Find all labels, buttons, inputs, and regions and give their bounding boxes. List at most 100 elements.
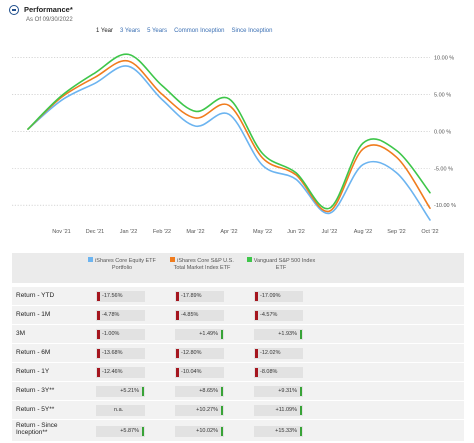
return-cell: +11.09% — [254, 405, 303, 416]
return-value: +9.31% — [278, 388, 297, 394]
row-label: Return - 1Y — [16, 368, 50, 375]
return-cell: -4.78% — [96, 310, 145, 321]
return-value: -1.00% — [102, 331, 120, 337]
legend-item: iShares Core S&P U.S. Total Market Index… — [164, 257, 240, 272]
return-value: +1.49% — [199, 331, 218, 337]
table-row: Return - YTD -17.56% -17.89% -17.09% — [12, 286, 464, 305]
x-tick-label: Oct '22 — [421, 229, 438, 235]
table-row: Return - 1M -4.78% -4.85% -4.57% — [12, 305, 464, 324]
y-tick-label: 10.00 % — [434, 55, 454, 61]
return-cell: -4.85% — [175, 310, 224, 321]
legend-swatch — [170, 257, 176, 262]
return-value: +11.09% — [275, 407, 297, 413]
return-cell: -10.04% — [175, 367, 224, 378]
return-value: -4.85% — [181, 312, 199, 318]
return-cell: -1.00% — [96, 329, 145, 340]
return-cell: +10.27% — [175, 405, 224, 416]
positive-return-bar — [299, 387, 302, 396]
y-tick-label: -10.00 % — [434, 203, 456, 209]
return-cell: n.a. — [96, 405, 145, 416]
return-value: +10.27% — [196, 407, 218, 413]
legend-label: Vanguard S&P 500 Index ETF — [253, 258, 316, 271]
return-value: -17.89% — [181, 293, 202, 299]
negative-return-bar — [255, 349, 258, 358]
table-row: Return - 3Y** +5.21% +8.65% +9.31% — [12, 381, 464, 400]
legend-swatch — [88, 257, 94, 262]
return-cell: +1.49% — [175, 329, 224, 340]
negative-return-bar — [97, 311, 100, 320]
return-cell: -12.80% — [175, 348, 224, 359]
return-value: -12.80% — [181, 350, 202, 356]
row-label: Return - 3Y** — [16, 387, 55, 394]
positive-return-bar — [220, 330, 223, 339]
section-title: Performance* — [24, 5, 73, 14]
series-line-1 — [27, 65, 431, 221]
table-row: Return - Since Inception** +5.87% +10.02% +… — [12, 419, 464, 441]
return-cell: -17.56% — [96, 291, 145, 302]
return-cell: -17.89% — [175, 291, 224, 302]
x-tick-label: May '22 — [253, 229, 272, 235]
return-cell: -17.09% — [254, 291, 303, 302]
return-value: +10.02% — [196, 428, 218, 434]
negative-return-bar — [255, 311, 258, 320]
table-legend: iShares Core Equity ETF Portfolio iShares… — [12, 253, 464, 283]
table-row: 3M -1.00% +1.49% +1.93% — [12, 324, 464, 343]
return-cell: +9.31% — [254, 386, 303, 397]
table-row: Return - 6M -13.68% -12.80% -12.02% — [12, 343, 464, 362]
period-tab-common-inception[interactable]: Common Inception — [174, 28, 224, 38]
return-value: +5.21% — [120, 388, 139, 394]
legend-item: iShares Core Equity ETF Portfolio — [84, 257, 160, 272]
return-cell: -4.57% — [254, 310, 303, 321]
return-cell: -13.68% — [96, 348, 145, 359]
return-cell: +10.02% — [175, 426, 224, 437]
performance-chart: 10.00 % 5.00 % 0.00 % -5.00 % -10.00 % Nov '2… — [0, 40, 474, 240]
collapse-icon[interactable] — [9, 5, 19, 15]
period-tab-5-years[interactable]: 5 Years — [147, 28, 167, 38]
return-value: -4.78% — [102, 312, 120, 318]
return-value: -17.56% — [102, 293, 123, 299]
return-cell: +5.87% — [96, 426, 145, 437]
series-line-2 — [27, 59, 431, 212]
return-value: +8.65% — [199, 388, 218, 394]
row-label: Return - Since Inception** — [16, 422, 58, 436]
return-value: -12.02% — [260, 350, 281, 356]
x-tick-label: Mar '22 — [186, 229, 204, 235]
legend-swatch — [246, 257, 252, 262]
negative-return-bar — [176, 292, 179, 301]
negative-return-bar — [97, 292, 100, 301]
negative-return-bar — [255, 292, 258, 301]
x-tick-label: Feb '22 — [153, 229, 171, 235]
period-tab-since-inception[interactable]: Since Inception — [231, 28, 272, 38]
return-cell: -12.46% — [96, 367, 145, 378]
legend-label: iShares Core S&P U.S. Total Market Index… — [173, 258, 234, 271]
return-value: -8.08% — [260, 369, 278, 375]
x-tick-label: Aug '22 — [354, 229, 372, 235]
positive-return-bar — [141, 427, 144, 436]
negative-return-bar — [97, 368, 100, 377]
return-value: +1.93% — [278, 331, 297, 337]
positive-return-bar — [141, 387, 144, 396]
performance-chart-svg: 10.00 % 5.00 % 0.00 % -5.00 % -10.00 % Nov '2… — [12, 53, 456, 235]
y-tick-label: -5.00 % — [434, 166, 453, 172]
period-tab-3-years[interactable]: 3 Years — [120, 28, 140, 38]
x-tick-label: Jun '22 — [287, 229, 305, 235]
positive-return-bar — [299, 427, 302, 436]
x-tick-label: Dec '21 — [86, 229, 104, 235]
returns-table: Return - YTD -17.56% -17.89% -17.09% Return … — [12, 286, 464, 441]
legend-item: Vanguard S&P 500 Index ETF — [243, 257, 319, 272]
return-value: -17.09% — [260, 293, 281, 299]
negative-return-bar — [97, 349, 100, 358]
return-value: -13.68% — [102, 350, 123, 356]
period-tab-1-year[interactable]: 1 Year — [96, 28, 113, 38]
negative-return-bar — [176, 368, 179, 377]
x-tick-label: Sep '22 — [387, 229, 405, 235]
positive-return-bar — [220, 387, 223, 396]
positive-return-bar — [299, 330, 302, 339]
return-cell: +15.33% — [254, 426, 303, 437]
return-value: -4.57% — [260, 312, 278, 318]
positive-return-bar — [220, 427, 223, 436]
return-cell: +5.21% — [96, 386, 145, 397]
x-tick-label: Jan '22 — [120, 229, 138, 235]
y-tick-label: 0.00 % — [434, 129, 451, 135]
return-cell: -12.02% — [254, 348, 303, 359]
